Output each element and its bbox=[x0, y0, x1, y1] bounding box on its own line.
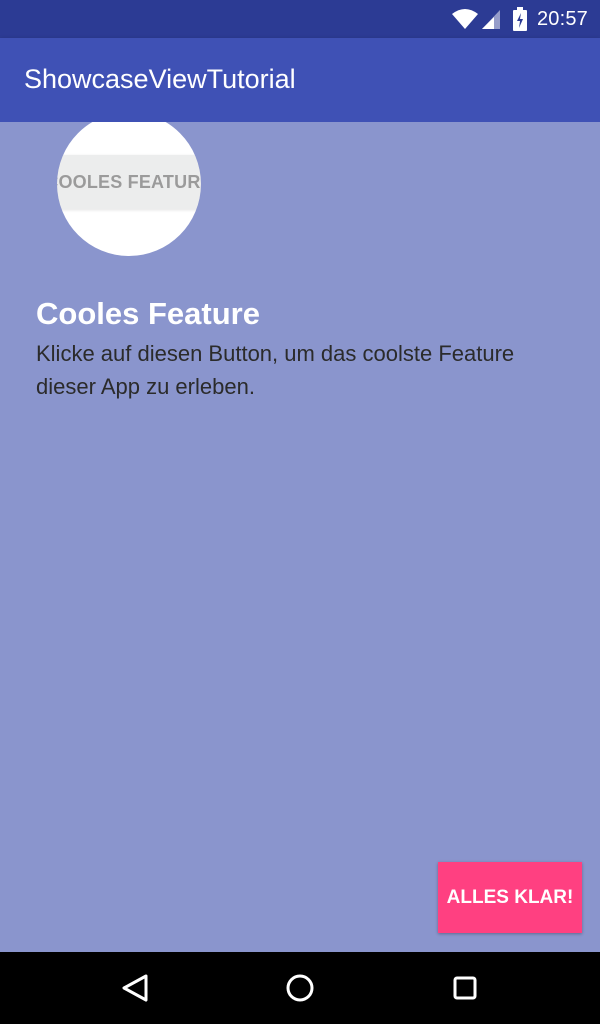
alles-klar-button[interactable]: ALLES KLAR! bbox=[438, 862, 582, 933]
app-bar: ShowcaseViewTutorial bbox=[0, 38, 600, 122]
back-icon[interactable] bbox=[118, 970, 154, 1006]
recents-icon[interactable] bbox=[447, 970, 483, 1006]
cooles-feature-button[interactable]: COOLES FEATURE bbox=[30, 155, 228, 209]
navigation-bar bbox=[0, 952, 600, 1024]
main-content bbox=[0, 122, 600, 952]
signal-icon bbox=[481, 8, 501, 30]
home-icon[interactable] bbox=[282, 970, 318, 1006]
app-title: ShowcaseViewTutorial bbox=[24, 64, 296, 94]
showcase-description: Klicke auf diesen Button, um das coolste… bbox=[36, 341, 515, 399]
status-icons: 20:57 bbox=[451, 0, 588, 38]
status-time: 20:57 bbox=[536, 7, 588, 30]
showcase-title: Cooles Feature bbox=[36, 296, 260, 331]
wifi-icon bbox=[451, 8, 479, 30]
status-bar: 20:57 bbox=[0, 0, 600, 38]
battery-charging-icon bbox=[512, 7, 527, 31]
